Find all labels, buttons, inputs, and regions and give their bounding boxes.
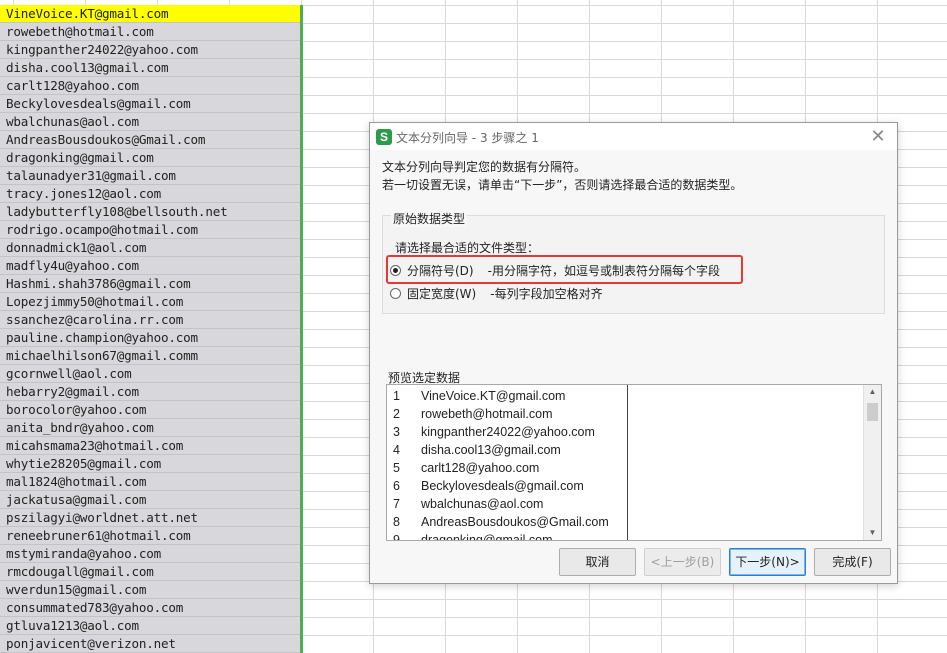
cell-a[interactable]: pauline.champion@yahoo.com (0, 329, 300, 347)
preview-row-value: carlt128@yahoo.com (421, 461, 540, 475)
cell-a[interactable]: jackatusa@gmail.com (0, 491, 300, 509)
preview-row-number: 4 (393, 443, 400, 457)
cell-a[interactable]: Hashmi.shah3786@gmail.com (0, 275, 300, 293)
cancel-button[interactable]: 取消 (559, 548, 636, 576)
cell-a[interactable]: ladybutterfly108@bellsouth.net (0, 203, 300, 221)
cell-a[interactable]: whytie28205@gmail.com (0, 455, 300, 473)
cell-a[interactable]: borocolor@yahoo.com (0, 401, 300, 419)
dialog-title: 文本分列向导 - 3 步骤之 1 (396, 131, 539, 145)
cell-a[interactable]: carlt128@yahoo.com (0, 77, 300, 95)
cell-a[interactable]: disha.cool13@gmail.com (0, 59, 300, 77)
preview-row-value: VineVoice.KT@gmail.com (421, 389, 566, 403)
preview-row-number: 2 (393, 407, 400, 421)
cell-a[interactable]: wbalchunas@aol.com (0, 113, 300, 131)
cell-a[interactable]: gtluva1213@aol.com (0, 617, 300, 635)
option-fixed-width-label: 固定宽度(W) (407, 286, 477, 301)
preview-row-number: 5 (393, 461, 400, 475)
scroll-down-icon[interactable]: ▼ (864, 526, 881, 540)
cell-a[interactable]: rodrigo.ocampo@hotmail.com (0, 221, 300, 239)
close-icon[interactable]: ✕ (867, 125, 889, 147)
cell-a[interactable]: tracy.jones12@aol.com (0, 185, 300, 203)
preview-row-number: 6 (393, 479, 400, 493)
dialog-titlebar: S 文本分列向导 - 3 步骤之 1 ✕ (370, 123, 897, 150)
preview-row-number: 9 (393, 533, 400, 541)
preview-row-number: 8 (393, 515, 400, 529)
cell-a[interactable]: donnadmick1@aol.com (0, 239, 300, 257)
radio-fixed-width[interactable] (390, 287, 401, 299)
preview-row-number: 7 (393, 497, 400, 511)
scroll-up-icon[interactable]: ▲ (864, 385, 881, 399)
preview-scrollbar[interactable]: ▲ ▼ (863, 385, 881, 540)
option-delimited-label: 分隔符号(D) (407, 263, 474, 278)
option-delimited[interactable]: 分隔符号(D) -用分隔字符，如逗号或制表符分隔每个字段 (390, 261, 720, 279)
option-fixed-width[interactable]: 固定宽度(W) -每列字段加空格对齐 (390, 284, 603, 302)
preview-row-value: disha.cool13@gmail.com (421, 443, 561, 457)
group-prompt: 请选择最合适的文件类型： (395, 241, 540, 255)
preview-row-value: AndreasBousdoukos@Gmail.com (421, 515, 609, 529)
cell-a[interactable]: dragonking@gmail.com (0, 149, 300, 167)
cell-a[interactable]: anita_bndr@yahoo.com (0, 419, 300, 437)
cell-a[interactable]: pszilagyi@worldnet.att.net (0, 509, 300, 527)
option-fixed-width-description: -每列字段加空格对齐 (490, 286, 603, 301)
cell-a[interactable]: ssanchez@carolina.rr.com (0, 311, 300, 329)
preview-row-value: dragonking@gmail.com (421, 533, 553, 541)
cell-a[interactable]: kingpanther24022@yahoo.com (0, 41, 300, 59)
cell-a[interactable]: wverdun15@gmail.com (0, 581, 300, 599)
preview-row-value: wbalchunas@aol.com (421, 497, 544, 511)
app-logo-icon: S (376, 129, 392, 145)
cell-a[interactable]: mstymiranda@yahoo.com (0, 545, 300, 563)
preview-row-value: Beckylovesdeals@gmail.com (421, 479, 584, 493)
preview-row-value: kingpanther24022@yahoo.com (421, 425, 595, 439)
cell-a[interactable]: talaunadyer31@gmail.com (0, 167, 300, 185)
column-a-selection[interactable]: VineVoice.KT@gmail.com rowebeth@hotmail.c… (0, 5, 303, 653)
cell-a[interactable]: rowebeth@hotmail.com (0, 23, 300, 41)
cell-a[interactable]: madfly4u@yahoo.com (0, 257, 300, 275)
cell-a[interactable]: micahsmama23@hotmail.com (0, 437, 300, 455)
cell-a[interactable]: gcornwell@aol.com (0, 365, 300, 383)
finish-button[interactable]: 完成(F) (814, 548, 891, 576)
cell-a[interactable]: ponjavicent@verizon.net (0, 635, 300, 653)
cell-a[interactable]: mal1824@hotmail.com (0, 473, 300, 491)
dialog-description-line1: 文本分列向导判定您的数据有分隔符。 (382, 160, 587, 174)
cell-a[interactable]: VineVoice.KT@gmail.com (0, 5, 300, 23)
column-break-line[interactable] (627, 385, 628, 540)
back-button[interactable]: <上一步(B) (644, 548, 721, 576)
scroll-thumb[interactable] (867, 403, 878, 421)
cell-a[interactable]: reneebruner61@hotmail.com (0, 527, 300, 545)
cell-a[interactable]: Beckylovesdeals@gmail.com (0, 95, 300, 113)
preview-box[interactable]: 9 dragonking@gmail.com 8 AndreasBousdoukos@… (386, 384, 882, 541)
dialog-description-line2: 若一切设置无误，请单击“下一步”，否则请选择最合适的数据类型。 (382, 178, 743, 192)
cell-a[interactable]: Lopezjimmy50@hotmail.com (0, 293, 300, 311)
cell-a[interactable]: hebarry2@gmail.com (0, 383, 300, 401)
preview-row-number: 1 (393, 389, 400, 403)
cell-a[interactable]: AndreasBousdoukos@Gmail.com (0, 131, 300, 149)
option-delimited-description: -用分隔字符，如逗号或制表符分隔每个字段 (487, 263, 720, 278)
radio-delimited[interactable] (390, 264, 401, 276)
cell-a[interactable]: consummated783@yahoo.com (0, 599, 300, 617)
group-title: 原始数据类型 (391, 210, 468, 227)
preview-row-number: 3 (393, 425, 400, 439)
cell-a[interactable]: michaelhilson67@gmail.comm (0, 347, 300, 365)
next-button[interactable]: 下一步(N)> (729, 548, 806, 576)
cell-a[interactable]: rmcdougall@gmail.com (0, 563, 300, 581)
preview-row-value: rowebeth@hotmail.com (421, 407, 553, 421)
text-to-columns-dialog: S 文本分列向导 - 3 步骤之 1 ✕ 文本分列向导判定您的数据有分隔符。 若… (369, 122, 898, 584)
